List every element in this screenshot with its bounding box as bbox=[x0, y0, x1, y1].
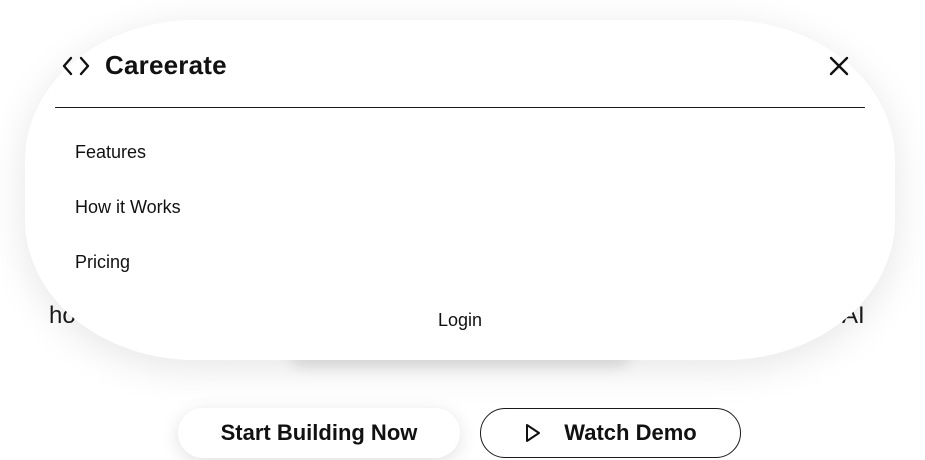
nav-item-pricing[interactable]: Pricing bbox=[75, 252, 130, 273]
watch-demo-button[interactable]: Watch Demo bbox=[480, 408, 741, 458]
page: T t ho t AI Start Building Now Watch Dem… bbox=[0, 0, 925, 460]
nav-item-features[interactable]: Features bbox=[75, 142, 146, 163]
watch-demo-label: Watch Demo bbox=[564, 420, 697, 445]
start-building-button[interactable]: Start Building Now bbox=[178, 408, 460, 458]
close-menu-button[interactable] bbox=[825, 52, 853, 80]
start-building-label: Start Building Now bbox=[220, 420, 418, 445]
brand-name: Careerate bbox=[105, 50, 227, 80]
close-icon bbox=[829, 56, 849, 76]
brand-logo[interactable]: Careerate bbox=[61, 50, 227, 81]
play-icon bbox=[524, 423, 542, 443]
menu-header: Careerate bbox=[55, 42, 865, 108]
mobile-nav-menu: Careerate Features How it Works Pricing … bbox=[25, 20, 895, 360]
nav-item-how-it-works[interactable]: How it Works bbox=[75, 197, 181, 218]
code-icon bbox=[61, 54, 91, 78]
login-link[interactable]: Login bbox=[25, 310, 895, 331]
